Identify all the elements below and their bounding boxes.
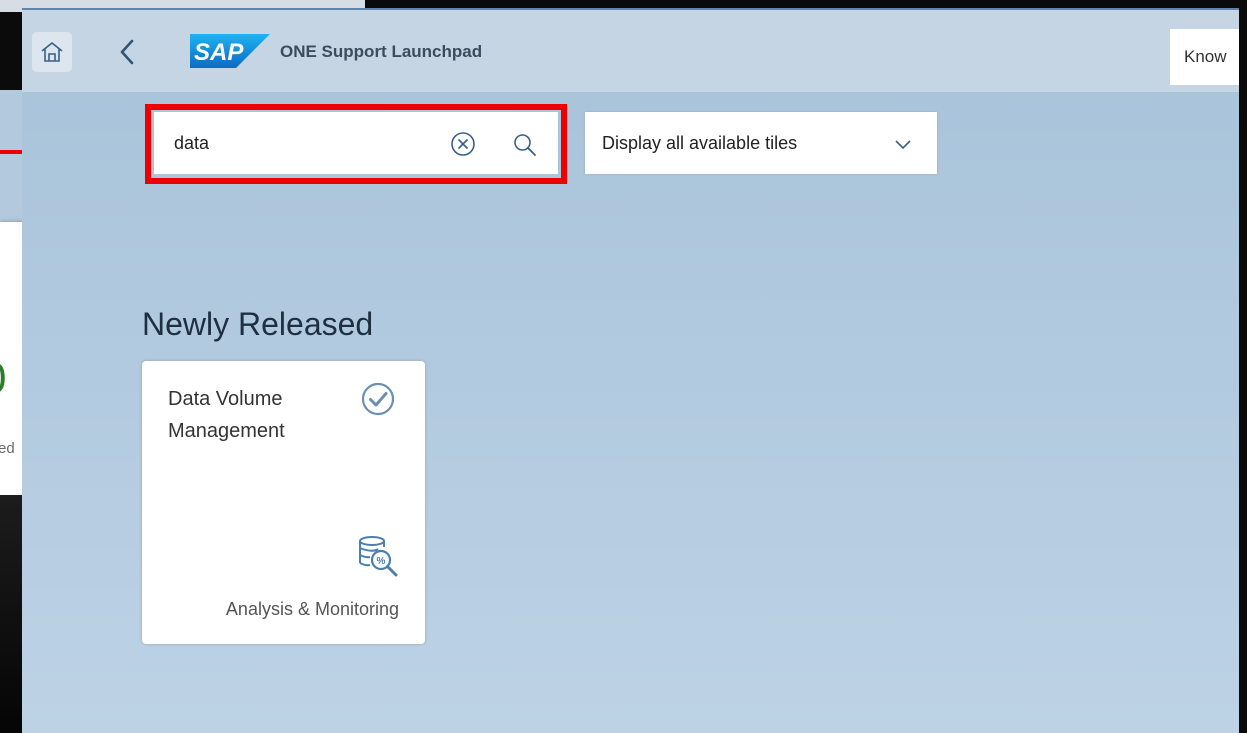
- section-title: Newly Released: [142, 306, 374, 342]
- tile-filter-value: Display all available tiles: [602, 133, 798, 153]
- sap-logo[interactable]: SAP: [190, 34, 270, 68]
- tile-filter-select[interactable]: Display all available tiles: [585, 112, 937, 174]
- tile-title: Data Volume Management: [168, 388, 285, 442]
- data-volume-analysis-icon: %: [359, 536, 398, 577]
- svg-text:%: %: [377, 556, 386, 567]
- search-field[interactable]: [154, 112, 558, 174]
- home-button[interactable]: [32, 32, 72, 72]
- app-title: ONE Support Launchpad: [280, 42, 483, 61]
- shell-bar: SAP ONE Support Launchpad Know: [22, 10, 1239, 92]
- check-circle-icon: [361, 382, 395, 416]
- home-icon: [41, 42, 63, 62]
- back-button[interactable]: [112, 36, 142, 68]
- chevron-left-icon: [120, 39, 134, 65]
- desktop-background-right: [1239, 0, 1247, 733]
- knowledge-tab-label: Know: [1184, 47, 1227, 66]
- search-input[interactable]: [174, 124, 424, 162]
- knowledge-tab[interactable]: Know: [1170, 29, 1239, 85]
- tile-data-volume-management[interactable]: Data Volume Management % Analysis & Moni…: [142, 361, 425, 644]
- background-card-value: 0: [0, 354, 6, 404]
- search-icon[interactable]: [512, 132, 538, 158]
- tile-category: Analysis & Monitoring: [225, 599, 399, 619]
- background-card-caption: ed: [0, 440, 15, 457]
- sap-logo-text: SAP: [194, 39, 244, 66]
- chevron-down-icon: [895, 140, 911, 150]
- clear-circle-x-icon[interactable]: [450, 131, 476, 157]
